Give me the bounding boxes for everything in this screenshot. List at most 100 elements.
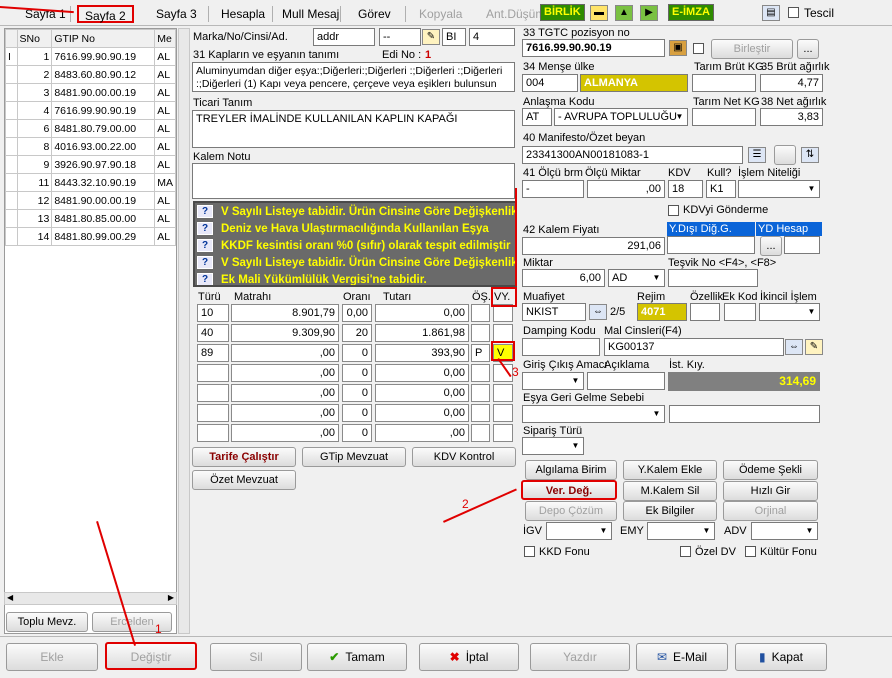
miktar-unit-select[interactable]: AD ▼ [608, 269, 665, 287]
tab-gorev[interactable]: Görev [352, 5, 397, 23]
tax-turu-cell[interactable]: 89 [197, 344, 229, 362]
bi-input[interactable]: BI [442, 28, 466, 46]
table-row[interactable]: 2 8483.60.80.90.12 AL [5, 65, 176, 84]
lookup-icon[interactable]: ⇔ [589, 304, 607, 320]
tax-turu-cell[interactable] [197, 404, 229, 422]
tax-tutar-cell[interactable]: 393,90 [375, 344, 469, 362]
tax-oran-cell[interactable]: 0 [342, 364, 372, 382]
tax-vy-cell[interactable] [493, 424, 513, 442]
tab-sayfa3[interactable]: Sayfa 3 [150, 5, 203, 23]
table-row[interactable]: I 1 7616.99.90.90.19 AL [5, 47, 176, 66]
aciklama-input[interactable] [587, 372, 665, 390]
vertical-scrollbar[interactable] [178, 28, 190, 634]
miktar-input[interactable]: 6,00 [522, 269, 605, 287]
mense-code-input[interactable]: 004 [522, 74, 578, 92]
tax-os-cell[interactable] [471, 324, 490, 342]
birlestir-button[interactable]: Birleştir [711, 39, 793, 59]
anlasma-name-select[interactable]: - AVRUPA TOPLULUĞU ▼ [554, 108, 688, 126]
tax-turu-cell[interactable]: 40 [197, 324, 229, 342]
tarim-net-input[interactable] [692, 108, 756, 126]
birlik-badge[interactable]: BİRLİK [540, 4, 585, 21]
kaplar-textarea[interactable]: Aluminyumdan diğer eşya:;Diğerleri:;Diğe… [192, 62, 515, 92]
horizontal-scrollbar[interactable]: ◀ ▶ [4, 592, 177, 605]
olcu-miktar-input[interactable]: ,00 [587, 180, 665, 198]
document-icon[interactable]: ▤ [762, 5, 780, 21]
grid-header-gtip[interactable]: GTIP No [51, 29, 156, 48]
scroll-left-icon[interactable]: ◀ [7, 593, 13, 602]
tax-os-cell[interactable] [471, 384, 490, 402]
tax-tutar-cell[interactable]: 0,00 [375, 304, 469, 322]
tax-matrah-cell[interactable]: 8.901,79 [231, 304, 339, 322]
igv-select[interactable]: ▼ [546, 522, 612, 540]
scroll-right-icon[interactable]: ▶ [168, 593, 174, 602]
olcu-input[interactable]: - [522, 180, 584, 198]
mal-cinsleri-input[interactable]: KG00137 [604, 338, 784, 356]
tax-turu-cell[interactable] [197, 424, 229, 442]
tab-mull-mesaj[interactable]: Mull Mesaj [276, 5, 345, 23]
tarife-calistir-button[interactable]: Tarife Çalıştır [192, 447, 296, 467]
kdv-kontrol-button[interactable]: KDV Kontrol [412, 447, 516, 467]
odeme-sekli-button[interactable]: Ödeme Şekli [723, 460, 818, 480]
table-row[interactable]: 12 8481.90.00.00.19 AL [5, 191, 176, 210]
ticari-textarea[interactable]: TREYLER İMALİNDE KULLANILAN KAPLIN KAPAĞ… [192, 110, 515, 148]
tax-turu-cell[interactable] [197, 364, 229, 382]
tab-hesapla[interactable]: Hesapla [215, 5, 271, 23]
tax-os-cell[interactable] [471, 364, 490, 382]
tax-oran-cell[interactable]: 0 [342, 344, 372, 362]
tax-oran-cell[interactable]: 0 [342, 384, 372, 402]
tax-os-cell[interactable] [471, 304, 490, 322]
depo-cozum-button[interactable]: Depo Çözüm [525, 501, 617, 521]
sort-icon[interactable]: ⇅ [801, 147, 819, 163]
ek-bilgiler-button[interactable]: Ek Bilgiler [623, 501, 717, 521]
manifesto-input[interactable]: 23341300AN00181083-1 [522, 146, 743, 164]
adv-select[interactable]: ▼ [751, 522, 818, 540]
tarim-brut-input[interactable] [692, 74, 756, 92]
table-row[interactable]: 3 8481.90.00.00.19 AL [5, 83, 176, 102]
tax-oran-cell[interactable]: 20 [342, 324, 372, 342]
warning-row[interactable]: ? V Sayılı Listeye tabidir. Ürün Cinsine … [197, 255, 515, 272]
ozel-dv-checkbox[interactable] [680, 546, 691, 557]
esya-geri-select[interactable]: ▼ [522, 405, 665, 423]
tax-tutar-cell[interactable]: 0,00 [375, 384, 469, 402]
grid-header-me[interactable]: Me [154, 29, 176, 48]
tax-matrah-cell[interactable]: ,00 [231, 384, 339, 402]
degistir-button[interactable]: Değiştir [105, 642, 197, 670]
table-row[interactable]: 8 4016.93.00.22.00 AL [5, 137, 176, 156]
list-icon[interactable]: ☰ [748, 147, 766, 163]
marka2-input[interactable]: -- [379, 28, 421, 46]
tax-matrah-cell[interactable]: ,00 [231, 424, 339, 442]
kdvyi-checkbox[interactable] [668, 205, 679, 216]
grid-header-sno[interactable]: SNo [16, 29, 53, 48]
algilama-birim-button[interactable]: Algılama Birim [525, 460, 617, 480]
table-row[interactable]: 14 8481.80.99.00.29 AL [5, 227, 176, 246]
tgtc-input[interactable]: 7616.99.90.90.19 [522, 39, 665, 57]
ozellik-input[interactable] [690, 303, 720, 321]
ydisi-input[interactable] [667, 236, 755, 254]
num-input[interactable]: 4 [469, 28, 515, 46]
table-row[interactable]: 11 8443.32.10.90.19 MA [5, 173, 176, 192]
warning-row[interactable]: ? Ek Mali Yükümlülük Vergisi'ne tabidir. [197, 272, 427, 285]
table-row[interactable]: 4 7616.99.90.90.19 AL [5, 101, 176, 120]
sil-button[interactable]: Sil [210, 643, 302, 671]
tgtc-checkbox[interactable] [693, 43, 704, 54]
kkd-fonu-checkbox[interactable] [524, 546, 535, 557]
yazdir-button[interactable]: Yazdır [530, 643, 630, 671]
ikincil-select[interactable]: ▼ [759, 303, 820, 321]
net-input[interactable]: 3,83 [760, 108, 823, 126]
tamam-button[interactable]: ✔ Tamam [307, 643, 407, 671]
tax-oran-cell[interactable]: 0,00 [342, 304, 372, 322]
muafiyet-input[interactable]: NKIST [522, 303, 586, 321]
warning-row[interactable]: ? KKDF kesintisi oranı %0 (sıfır) olarak … [197, 238, 511, 255]
upload-icon[interactable]: ▲ [615, 5, 633, 21]
table-row[interactable]: 6 8481.80.79.00.00 AL [5, 119, 176, 138]
folder-icon[interactable]: ▬ [590, 5, 608, 21]
tax-vy-cell[interactable] [493, 384, 513, 402]
islem-niteligi-select[interactable]: ▼ [738, 180, 820, 198]
next-icon[interactable]: ▶ [640, 5, 658, 21]
email-button[interactable]: ✉ E-Mail [636, 643, 728, 671]
tax-tutar-cell[interactable]: ,00 [375, 424, 469, 442]
tax-matrah-cell[interactable]: 9.309,90 [231, 324, 339, 342]
tab-sayfa2[interactable]: Sayfa 2 [77, 5, 134, 23]
blank-button[interactable] [774, 145, 796, 165]
ek-kod-input[interactable] [724, 303, 756, 321]
